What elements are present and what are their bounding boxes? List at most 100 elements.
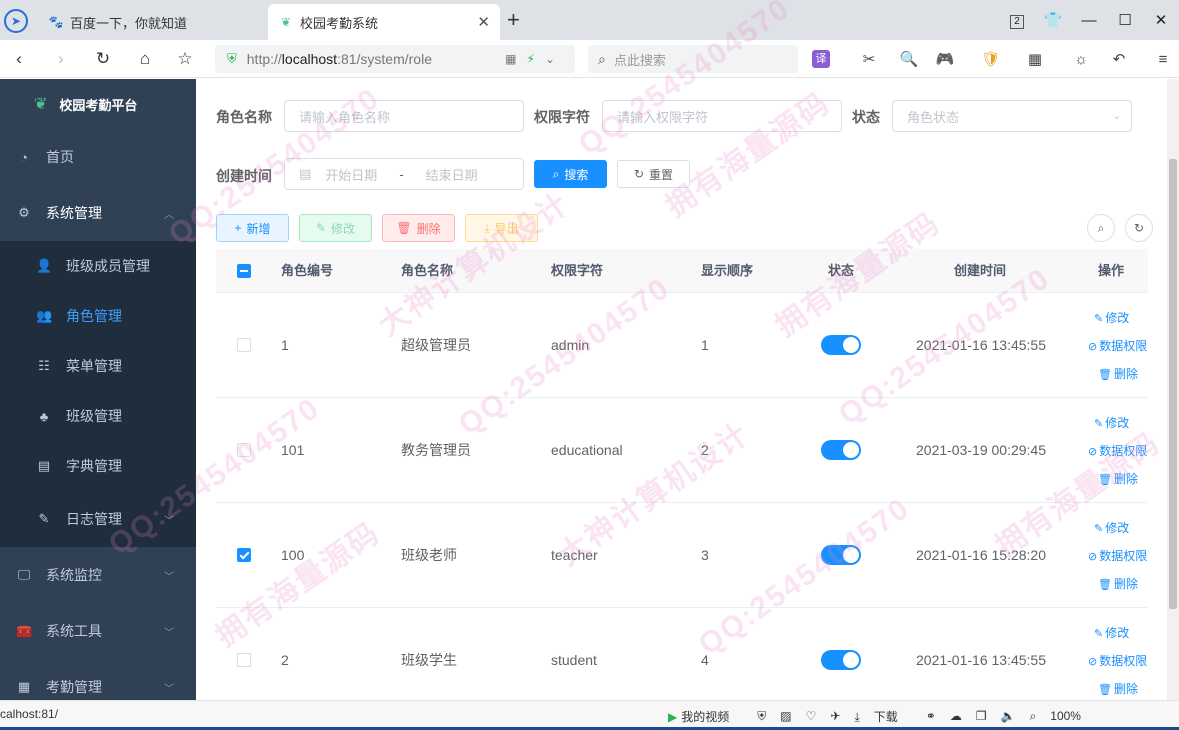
window-icon[interactable]: ❐ bbox=[976, 709, 987, 723]
back-icon[interactable]: ‹ bbox=[8, 48, 30, 70]
row-data-scope-link[interactable]: ⊘ 数据权限 bbox=[1088, 337, 1147, 354]
sidebar-item-tools[interactable]: 🧰 系统工具 ﹀ bbox=[0, 603, 196, 659]
zoom-control[interactable]: ⌕ 100% bbox=[1030, 709, 1095, 724]
shirt-icon[interactable]: 👕 bbox=[1035, 11, 1071, 29]
row-edit-link[interactable]: ✎ 修改 bbox=[1094, 309, 1129, 326]
table-row[interactable]: 101 教务管理员 educational 2 2021-03-19 00:29… bbox=[216, 398, 1148, 503]
undo-icon[interactable]: ↶ bbox=[1108, 50, 1130, 70]
row-checkbox[interactable] bbox=[237, 653, 251, 667]
magnifier-extension-icon[interactable]: 🔍 bbox=[898, 50, 920, 70]
shield-extension-icon[interactable]: 🛡 bbox=[980, 50, 1002, 70]
url-actions-icon[interactable]: ▦⚡⌄ bbox=[505, 52, 565, 66]
column-header[interactable]: 角色编号 bbox=[281, 249, 333, 293]
column-header[interactable]: 创建时间 bbox=[954, 249, 1006, 293]
row-delete-link[interactable]: 🗑 删除 bbox=[1098, 470, 1138, 487]
row-data-scope-link[interactable]: ⊘ 数据权限 bbox=[1088, 442, 1147, 459]
status-switch[interactable] bbox=[821, 335, 861, 355]
link-icon[interactable]: ⚭ bbox=[926, 709, 936, 723]
apps-grid-icon[interactable]: ▦ bbox=[1024, 50, 1046, 70]
row-edit-link[interactable]: ✎ 修改 bbox=[1094, 519, 1129, 536]
column-header[interactable]: 操作 bbox=[1098, 249, 1124, 293]
sidebar-item-roles[interactable]: 👥 角色管理 bbox=[0, 291, 196, 341]
delete-button[interactable]: 🗑 删除 bbox=[382, 214, 455, 242]
role-name-input[interactable]: 请输入角色名称 bbox=[284, 100, 524, 132]
edit-button[interactable]: ✎ 修改 bbox=[299, 214, 372, 242]
column-header[interactable]: 显示顺序 bbox=[701, 249, 753, 293]
table-row[interactable]: 100 班级老师 teacher 3 2021-01-16 15:28:20 ✎… bbox=[216, 503, 1148, 608]
brightness-icon[interactable]: ☼ bbox=[1070, 50, 1092, 70]
forward-icon[interactable]: › bbox=[50, 48, 72, 70]
row-operations: ✎ 修改 ⊘ 数据权限 🗑 删除 bbox=[1086, 293, 1156, 398]
reset-button[interactable]: ↻ 重置 bbox=[617, 160, 690, 188]
tab-baidu[interactable]: 🐾 百度一下，你就知道 bbox=[38, 4, 266, 40]
role-key-input[interactable]: 请输入权限字符 bbox=[602, 100, 842, 132]
browser-search-field[interactable]: ⌕ 点此搜索 bbox=[588, 45, 798, 73]
translate-extension-icon[interactable]: 译 bbox=[812, 50, 830, 68]
rocket-icon[interactable]: ✈ bbox=[830, 709, 840, 723]
add-button[interactable]: + 新增 bbox=[216, 214, 289, 242]
row-delete-link[interactable]: 🗑 删除 bbox=[1098, 365, 1138, 382]
heart-icon[interactable]: ♡ bbox=[806, 709, 817, 723]
export-button[interactable]: ⤓ 导出 bbox=[465, 214, 538, 242]
row-data-scope-link[interactable]: ⊘ 数据权限 bbox=[1088, 547, 1147, 564]
new-tab-icon[interactable]: + bbox=[507, 9, 520, 31]
close-tab-icon[interactable]: ✕ bbox=[477, 13, 490, 31]
home-icon[interactable]: ⌂ bbox=[134, 48, 156, 70]
url-field[interactable]: ⛨ http://localhost:81/system/role ▦⚡⌄ bbox=[215, 45, 575, 73]
menu-icon[interactable]: ≡ bbox=[1152, 50, 1174, 70]
toggle-search-button[interactable]: ⌕ bbox=[1087, 214, 1115, 242]
search-button[interactable]: ⌕ 搜索 bbox=[534, 160, 607, 188]
zoom-icon: ⌕ bbox=[1029, 708, 1037, 723]
row-delete-link[interactable]: 🗑 删除 bbox=[1098, 575, 1138, 592]
row-checkbox[interactable] bbox=[237, 443, 251, 457]
status-switch[interactable] bbox=[821, 440, 861, 460]
minimize-icon[interactable]: — bbox=[1071, 12, 1107, 29]
volume-icon[interactable]: 🔈 bbox=[1001, 709, 1016, 723]
sidebar-item-dictionary[interactable]: ▤ 字典管理 bbox=[0, 441, 196, 491]
table-row[interactable]: 2 班级学生 student 4 2021-01-16 13:45:55 ✎ 修改… bbox=[216, 608, 1148, 713]
cloud-icon[interactable]: ☁ bbox=[950, 709, 962, 723]
browser-logo-icon[interactable]: ➤ bbox=[4, 9, 28, 33]
row-delete-link[interactable]: 🗑 删除 bbox=[1098, 680, 1138, 697]
date-range-picker[interactable]: ▤ 开始日期 - 结束日期 bbox=[284, 158, 524, 190]
sidebar-item-logs[interactable]: ✎ 日志管理 ﹀ bbox=[0, 491, 196, 547]
tab-count-icon[interactable]: 2 bbox=[999, 11, 1035, 29]
column-header[interactable]: 状态 bbox=[828, 249, 854, 293]
scissors-icon[interactable]: ✂ bbox=[858, 50, 880, 70]
scrollbar-thumb[interactable] bbox=[1169, 159, 1177, 609]
table-row[interactable]: 1 超级管理员 admin 1 2021-01-16 13:45:55 ✎ 修改 … bbox=[216, 293, 1148, 398]
brand[interactable]: ❦ 校园考勤平台 bbox=[0, 79, 196, 129]
status-switch[interactable] bbox=[821, 650, 861, 670]
tab-attendance[interactable]: ❦ 校园考勤系统 ✕ bbox=[268, 4, 500, 40]
row-checkbox[interactable] bbox=[237, 548, 251, 562]
close-window-icon[interactable]: ✕ bbox=[1143, 11, 1179, 29]
shield-icon[interactable]: ⛨ bbox=[757, 709, 766, 724]
refresh-table-button[interactable]: ↻ bbox=[1125, 214, 1153, 242]
my-video-button[interactable]: ▶ 我的视频 bbox=[668, 708, 743, 725]
download-button[interactable]: ⤓ 下载 bbox=[854, 708, 911, 725]
column-header[interactable]: 权限字符 bbox=[551, 249, 603, 293]
sidebar-item-attendance[interactable]: ▦ 考勤管理 ﹀ bbox=[0, 659, 196, 700]
status-select[interactable]: 角色状态 ⌄ bbox=[892, 100, 1132, 132]
sidebar: ❦ 校园考勤平台 ◔ 首页 ⚙ 系统管理 ︿ 👤 班级成员管理 👥 角色管理 ☷… bbox=[0, 79, 196, 700]
sidebar-item-classes[interactable]: ♣ 班级管理 bbox=[0, 391, 196, 441]
maximize-icon[interactable]: ☐ bbox=[1107, 11, 1143, 29]
row-edit-link[interactable]: ✎ 修改 bbox=[1094, 624, 1129, 641]
reload-icon[interactable]: ↻ bbox=[92, 48, 114, 70]
image-icon[interactable]: ▨ bbox=[780, 709, 791, 723]
created-time-label: 创建时间 bbox=[216, 168, 272, 184]
column-header[interactable]: 角色名称 bbox=[401, 249, 453, 293]
row-checkbox[interactable] bbox=[237, 338, 251, 352]
row-data-scope-link[interactable]: ⊘ 数据权限 bbox=[1088, 652, 1147, 669]
bookmark-star-icon[interactable]: ☆ bbox=[174, 48, 196, 70]
sidebar-item-monitor[interactable]: 🖵 系统监控 ﹀ bbox=[0, 547, 196, 603]
row-edit-link[interactable]: ✎ 修改 bbox=[1094, 414, 1129, 431]
status-switch[interactable] bbox=[821, 545, 861, 565]
page-scrollbar[interactable] bbox=[1167, 79, 1179, 700]
game-controller-icon[interactable]: 🎮 bbox=[934, 50, 956, 70]
sidebar-item-system[interactable]: ⚙ 系统管理 ︿ bbox=[0, 185, 196, 241]
sidebar-item-home[interactable]: ◔ 首页 bbox=[0, 129, 196, 185]
select-all-checkbox[interactable] bbox=[237, 264, 251, 278]
sidebar-item-menus[interactable]: ☷ 菜单管理 bbox=[0, 341, 196, 391]
sidebar-item-class-members[interactable]: 👤 班级成员管理 bbox=[0, 241, 196, 291]
